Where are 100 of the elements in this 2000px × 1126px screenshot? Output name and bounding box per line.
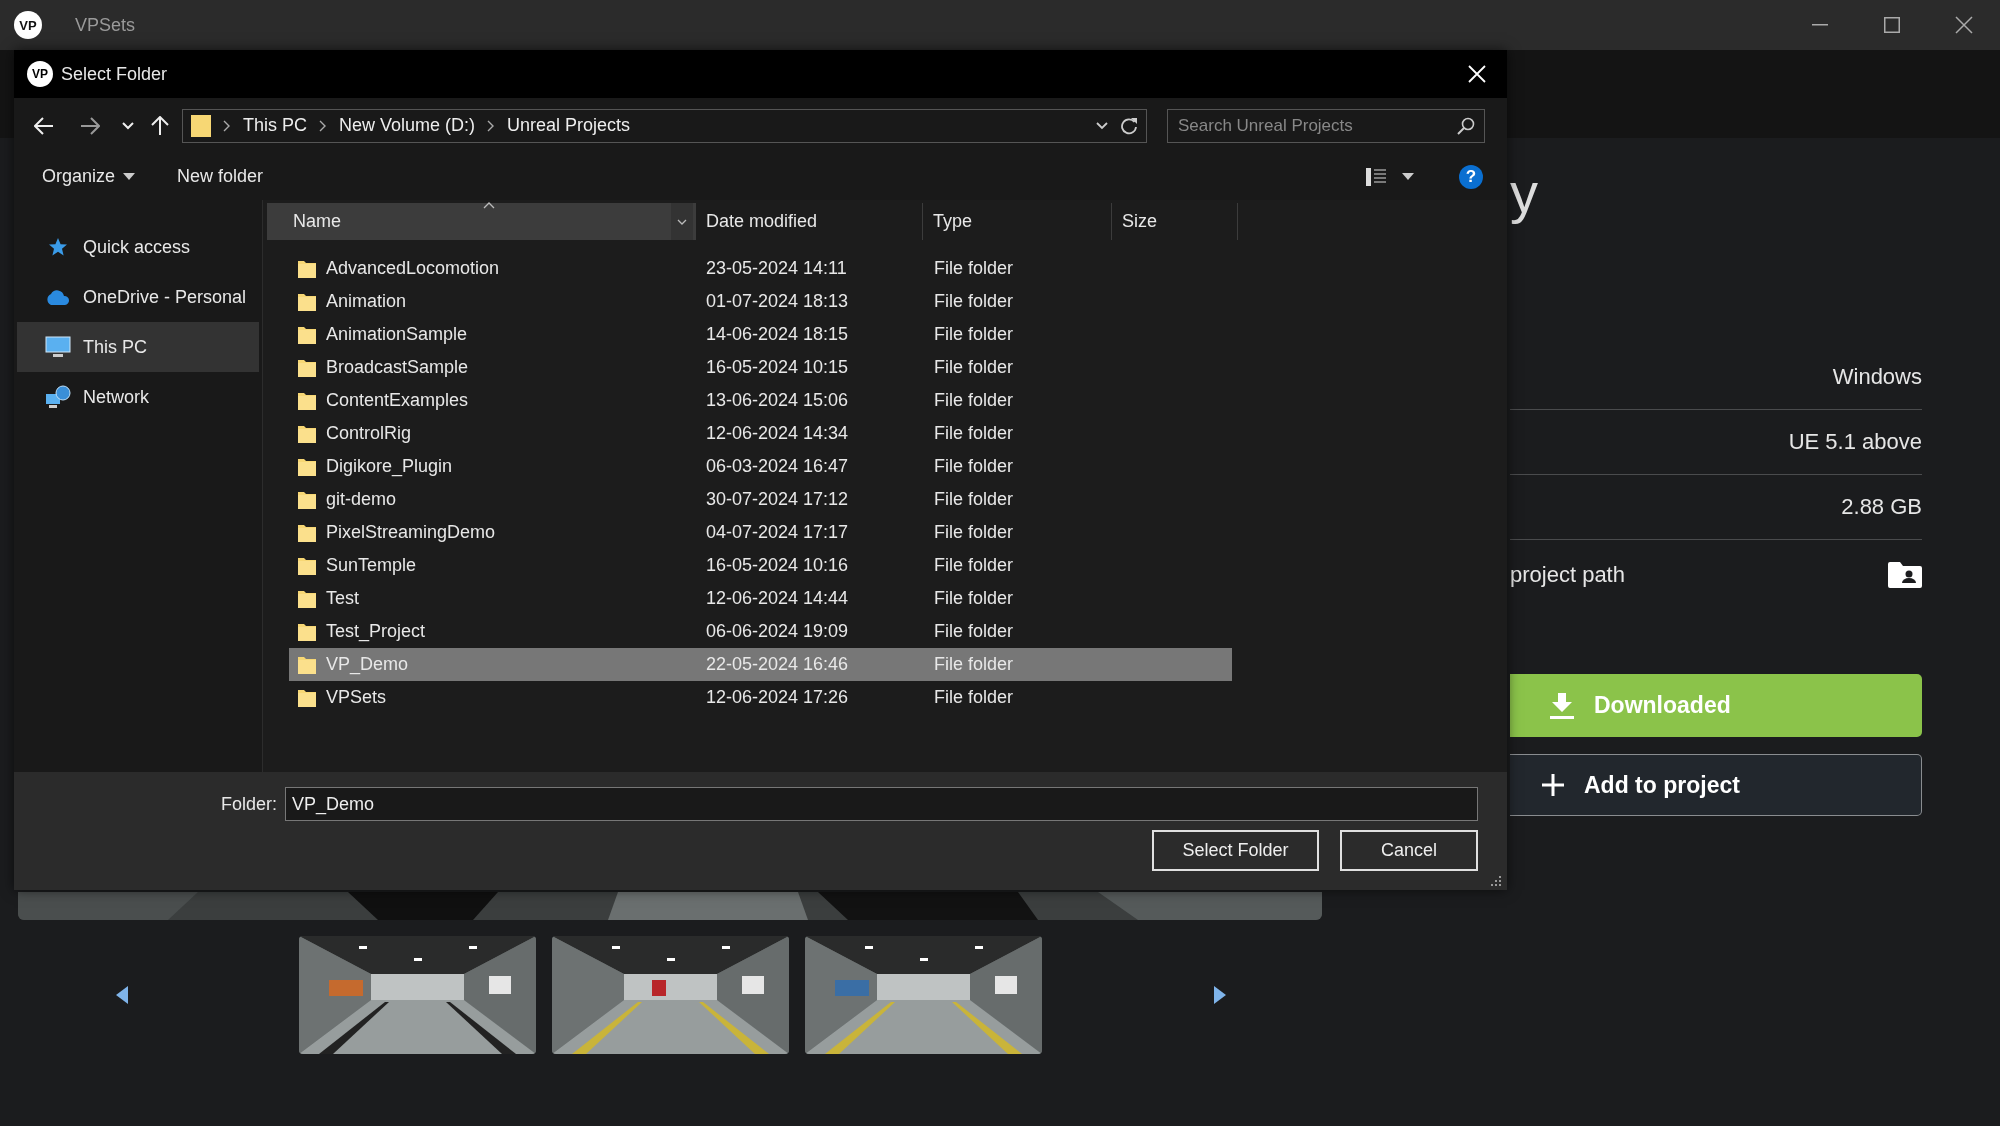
organize-menu[interactable]: Organize <box>34 162 144 191</box>
cloud-icon <box>45 289 71 305</box>
date-modified: 06-03-2024 16:47 <box>706 456 849 476</box>
plus-icon <box>1542 774 1564 796</box>
new-folder-button[interactable]: New folder <box>169 162 272 191</box>
file-row[interactable]: PixelStreamingDemo 04-07-2024 17:17 File folder <box>289 516 1232 549</box>
file-type: File folder <box>934 456 1014 476</box>
app-logo: VP <box>27 61 53 87</box>
add-to-project-button[interactable]: Add to project <box>1510 754 1922 816</box>
folder-icon <box>191 114 211 137</box>
file-row[interactable]: Digikore_Plugin 06-03-2024 16:47 File folder <box>289 450 1232 483</box>
search-icon[interactable] <box>1457 116 1475 135</box>
file-type: File folder <box>934 324 1014 344</box>
date-modified: 16-05-2024 10:16 <box>706 555 849 575</box>
chevron-right-icon[interactable] <box>223 119 231 132</box>
forward-icon[interactable] <box>80 116 100 135</box>
folder-name-field[interactable]: VP_Demo <box>285 787 1478 821</box>
folder-icon <box>297 258 317 279</box>
file-type: File folder <box>934 357 1014 377</box>
column-header[interactable]: Type <box>923 203 1112 240</box>
detail-value: Windows <box>1832 364 1922 390</box>
breadcrumb-item[interactable]: New Volume (D:) <box>339 115 476 136</box>
column-header[interactable]: Name <box>267 203 696 240</box>
nav-item[interactable]: Quick access <box>17 222 259 272</box>
folder-icon <box>297 654 317 675</box>
cancel-button[interactable]: Cancel <box>1340 830 1478 871</box>
date-modified: 04-07-2024 17:17 <box>706 522 849 542</box>
file-row[interactable]: VPSets 12-06-2024 17:26 File folder <box>289 681 1232 714</box>
folder-icon <box>297 357 317 378</box>
file-row[interactable]: Test_Project 06-06-2024 19:09 File folder <box>289 615 1232 648</box>
path-label: project path <box>1510 562 1625 588</box>
address-bar[interactable]: This PC New Volume (D:) Unreal Projects <box>182 108 1147 143</box>
chevron-right-icon[interactable] <box>487 119 496 132</box>
file-name: Test <box>326 588 359 609</box>
file-name: PixelStreamingDemo <box>326 522 496 543</box>
date-modified: 14-06-2024 18:15 <box>706 324 849 344</box>
file-row[interactable]: VP_Demo 22-05-2024 16:46 File folder <box>289 648 1232 681</box>
date-modified: 12-06-2024 14:34 <box>706 423 849 443</box>
refresh-icon[interactable] <box>1120 116 1138 135</box>
file-row[interactable]: ControlRig 12-06-2024 14:34 File folder <box>289 417 1232 450</box>
file-name: VP_Demo <box>326 654 409 675</box>
file-name: Animation <box>326 291 407 312</box>
download-icon <box>1550 692 1574 719</box>
folder-icon <box>297 489 317 510</box>
date-modified: 06-06-2024 19:09 <box>706 621 849 641</box>
heading: y <box>1510 160 1539 226</box>
next-arrow-icon[interactable] <box>1214 986 1226 1004</box>
file-row[interactable]: AnimationSample 14-06-2024 18:15 File folder <box>289 318 1232 351</box>
chevron-down-icon[interactable] <box>677 218 687 225</box>
folder-icon <box>297 291 317 312</box>
file-row[interactable]: Animation 01-07-2024 18:13 File folder <box>289 285 1232 318</box>
resize-grip-icon[interactable] <box>1491 876 1501 886</box>
file-row[interactable]: ContentExamples 13-06-2024 15:06 File folder <box>289 384 1232 417</box>
file-type: File folder <box>934 687 1014 707</box>
file-row[interactable]: git-demo 30-07-2024 17:12 File folder <box>289 483 1232 516</box>
previous-arrow-icon[interactable] <box>116 986 128 1004</box>
help-button[interactable]: ? <box>1459 164 1483 189</box>
file-name: SunTemple <box>326 555 417 576</box>
file-row[interactable]: SunTemple 16-05-2024 10:16 File folder <box>289 549 1232 582</box>
date-modified: 13-06-2024 15:06 <box>706 390 849 410</box>
maximize-icon[interactable] <box>1884 17 1900 33</box>
chevron-right-icon[interactable] <box>319 119 327 132</box>
window-title: VPSets <box>75 14 137 36</box>
folder-icon <box>297 522 317 543</box>
file-type: File folder <box>934 588 1014 608</box>
search-field[interactable]: Search Unreal Projects <box>1167 108 1485 143</box>
up-icon[interactable] <box>151 115 169 136</box>
view-icon[interactable] <box>1366 167 1386 186</box>
app-logo: VP <box>14 11 42 39</box>
file-type: File folder <box>934 489 1014 509</box>
back-icon[interactable] <box>34 116 54 135</box>
file-row[interactable]: AdvancedLocomotion 23-05-2024 14:11 File folder <box>289 252 1232 285</box>
breadcrumb-item[interactable]: Unreal Projects <box>507 115 631 136</box>
folder-icon <box>297 324 317 345</box>
folder-person-icon[interactable] <box>1888 562 1922 588</box>
file-type: File folder <box>934 654 1014 674</box>
folder-icon <box>297 423 317 444</box>
close-icon[interactable] <box>1955 16 1973 34</box>
caret-icon[interactable] <box>1402 173 1414 180</box>
file-name: Test_Project <box>326 621 426 642</box>
file-row[interactable]: BroadcastSample 16-05-2024 10:15 File folder <box>289 351 1232 384</box>
chevron-down-icon[interactable] <box>1096 121 1108 130</box>
file-type: File folder <box>934 423 1014 443</box>
nav-item[interactable]: This PC <box>17 322 259 372</box>
file-type: File folder <box>934 522 1014 542</box>
computer-icon <box>45 336 71 358</box>
select-folder-button[interactable]: Select Folder <box>1152 830 1319 871</box>
nav-item[interactable]: OneDrive - Personal <box>17 272 259 322</box>
file-type: File folder <box>934 555 1014 575</box>
date-modified: 12-06-2024 17:26 <box>706 687 849 707</box>
date-modified: 22-05-2024 16:46 <box>706 654 849 674</box>
breadcrumb-item[interactable]: This PC <box>243 115 307 136</box>
column-header[interactable]: Size <box>1112 203 1238 240</box>
column-header[interactable]: Date modified <box>696 203 923 240</box>
nav-item[interactable]: Network <box>17 372 259 422</box>
detail-value: 2.88 GB <box>1841 494 1922 520</box>
folder-label: Folder: <box>219 793 277 815</box>
file-name: VPSets <box>326 687 387 708</box>
file-row[interactable]: Test 12-06-2024 14:44 File folder <box>289 582 1232 615</box>
detail-value: UE 5.1 above <box>1788 429 1922 455</box>
